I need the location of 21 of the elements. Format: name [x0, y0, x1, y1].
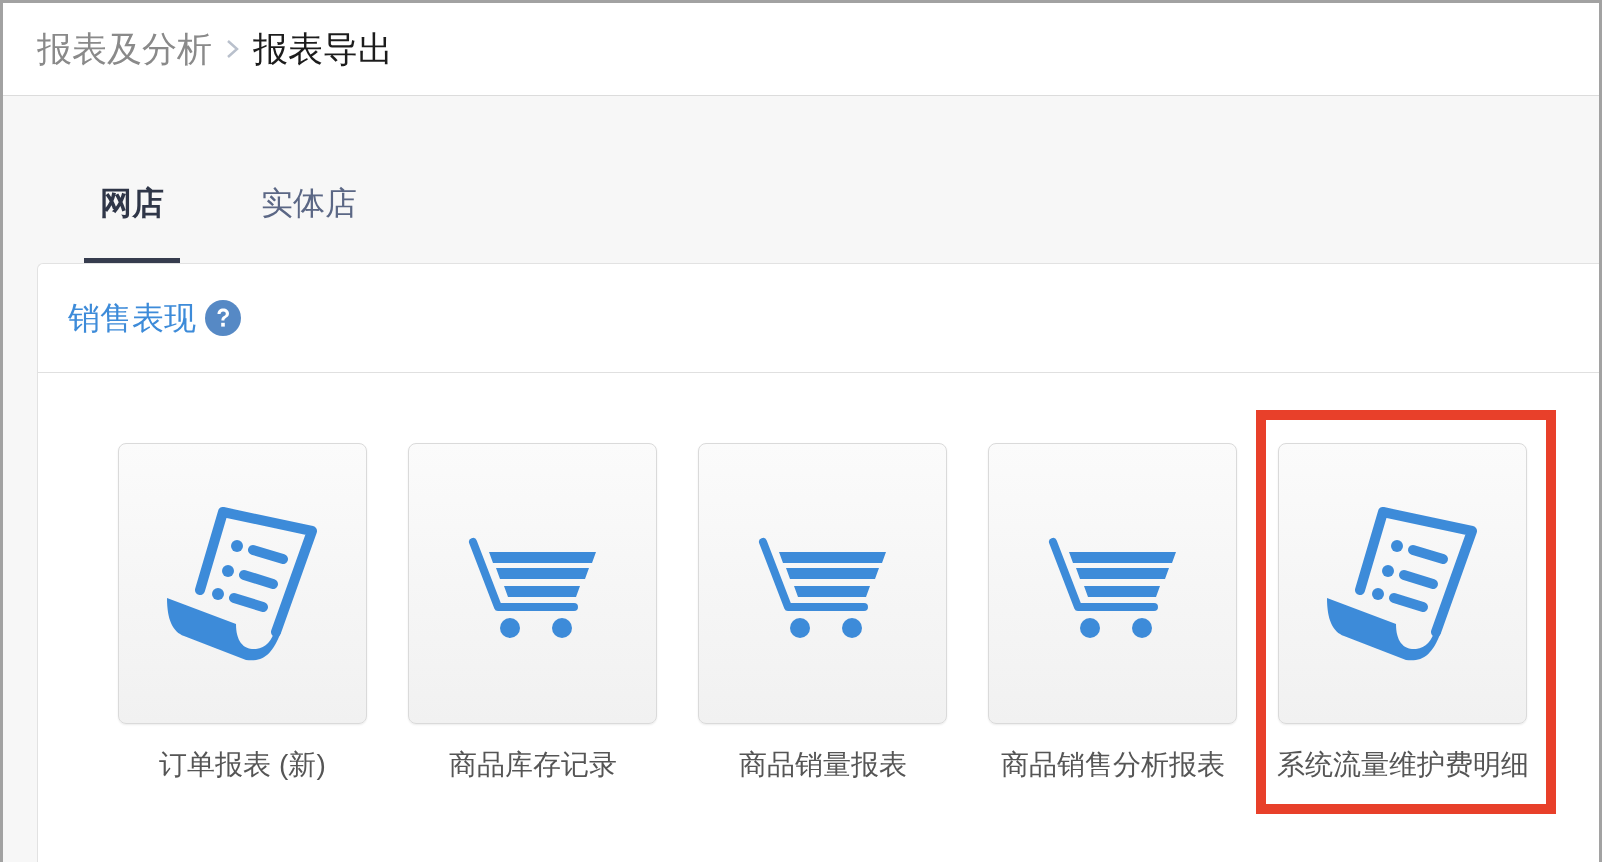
document-list-icon — [166, 505, 319, 662]
report-tile[interactable] — [408, 443, 657, 724]
report-tile[interactable] — [118, 443, 367, 724]
help-icon[interactable] — [205, 300, 241, 336]
shopping-cart-icon — [1047, 536, 1178, 639]
shopping-cart-icon — [467, 536, 598, 639]
breadcrumb-current: 报表导出 — [253, 28, 393, 70]
report-label: 订单报表 (新) — [159, 748, 326, 782]
tab[interactable]: 实体店 — [245, 183, 373, 263]
breadcrumb-link[interactable]: 报表及分析 — [37, 27, 212, 71]
shopping-cart-icon — [757, 536, 888, 639]
report-label: 商品销量报表 — [738, 748, 907, 782]
section-title: 销售表现 — [68, 299, 196, 338]
report-label: 系统流量维护费明细 — [1276, 748, 1529, 782]
report-label: 商品销售分析报表 — [1000, 748, 1225, 782]
report-label: 商品库存记录 — [448, 748, 617, 782]
report-tile[interactable] — [698, 443, 947, 724]
report-tile[interactable] — [1278, 443, 1527, 724]
report-tile[interactable] — [988, 443, 1237, 724]
document-list-icon — [1326, 505, 1479, 662]
chevron-right-icon — [226, 39, 239, 59]
